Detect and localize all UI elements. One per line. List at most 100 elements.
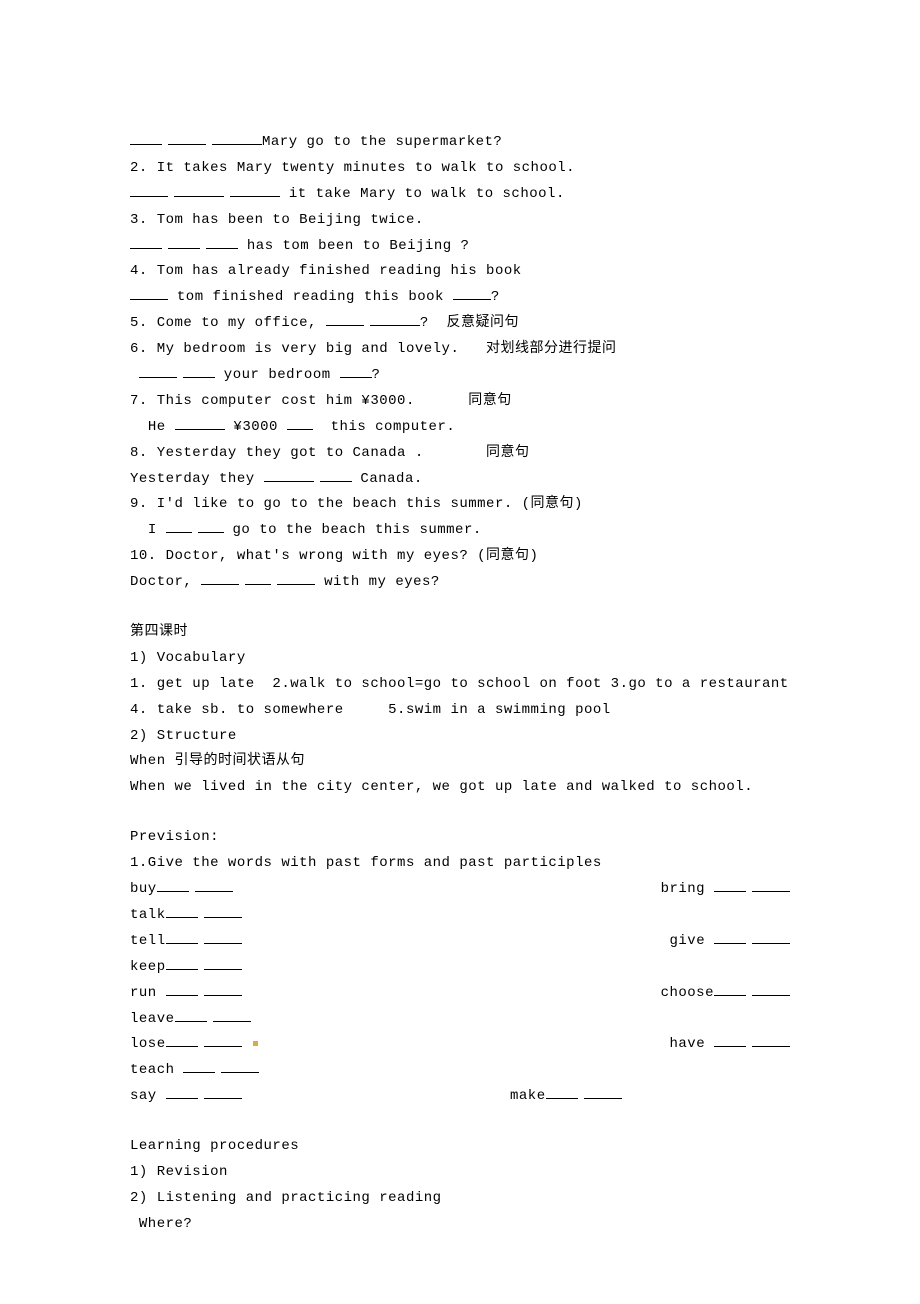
blank[interactable] <box>340 363 372 378</box>
text: ¥3000 <box>225 419 287 435</box>
text: Yesterday they <box>130 471 264 487</box>
blank[interactable] <box>195 877 233 892</box>
text: Mary go to the supermarket? <box>262 134 502 150</box>
word-leave: leave <box>130 1011 175 1027</box>
blank[interactable] <box>157 877 189 892</box>
blank[interactable] <box>752 981 790 996</box>
blank[interactable] <box>204 955 242 970</box>
exercise-4-line1: 4. Tom has already finished reading his … <box>130 259 790 285</box>
word-row-teach: teach <box>130 1058 790 1084</box>
blank[interactable] <box>130 130 162 145</box>
blank[interactable] <box>230 182 280 197</box>
struct1: When 引导的时间状语从句 <box>130 749 790 775</box>
procedures-title: Learning procedures <box>130 1134 790 1160</box>
text: ? <box>491 289 500 305</box>
word-row-say-make: say make <box>130 1084 790 1110</box>
struct-title: 2) Structure <box>130 724 790 750</box>
blank[interactable] <box>166 955 198 970</box>
blank[interactable] <box>714 929 746 944</box>
blank[interactable] <box>326 311 364 326</box>
exercise-1-line2: Mary go to the supermarket? <box>130 130 790 156</box>
vocab-line1: 1. get up late 2.walk to school=go to sc… <box>130 672 790 698</box>
word-give: give <box>669 933 714 949</box>
blank[interactable] <box>204 1032 242 1047</box>
procedures-item3: Where? <box>130 1212 790 1238</box>
exercise-5: 5. Come to my office, ? 反意疑问句 <box>130 311 790 337</box>
blank[interactable] <box>546 1084 578 1099</box>
blank[interactable] <box>166 903 198 918</box>
blank[interactable] <box>166 1084 198 1099</box>
blank[interactable] <box>201 570 239 585</box>
blank[interactable] <box>175 415 225 430</box>
blank[interactable] <box>212 130 262 145</box>
text: go to the beach this summer. <box>224 522 482 538</box>
word-bring: bring <box>661 881 714 897</box>
text: it take Mary to walk to school. <box>280 186 565 202</box>
blank[interactable] <box>183 1058 215 1073</box>
text: Doctor, <box>130 574 201 590</box>
text: I <box>130 522 166 538</box>
blank[interactable] <box>166 518 192 533</box>
blank[interactable] <box>130 234 162 249</box>
blank[interactable] <box>204 981 242 996</box>
blank[interactable] <box>752 877 790 892</box>
blank[interactable] <box>175 1007 207 1022</box>
text: tom finished reading this book <box>168 289 453 305</box>
blank[interactable] <box>174 182 224 197</box>
blank[interactable] <box>183 363 215 378</box>
blank[interactable] <box>714 877 746 892</box>
word-have: have <box>669 1036 714 1052</box>
word-row-talk: talk <box>130 903 790 929</box>
blank[interactable] <box>206 234 238 249</box>
blank[interactable] <box>277 570 315 585</box>
blank[interactable] <box>584 1084 622 1099</box>
word-row-buy-bring: buy bring <box>130 877 790 903</box>
blank[interactable] <box>320 467 352 482</box>
blank[interactable] <box>264 467 314 482</box>
text: has tom been to Beijing ? <box>238 238 469 254</box>
word-buy: buy <box>130 881 157 897</box>
text: ? <box>372 367 381 383</box>
exercise-10-line2: Doctor, with my eyes? <box>130 570 790 596</box>
word-row-lose-have: lose have <box>130 1032 790 1058</box>
blank[interactable] <box>213 1007 251 1022</box>
lesson4-title: 第四课时 <box>130 620 790 646</box>
exercise-6-line2: your bedroom ? <box>130 363 790 389</box>
blank[interactable] <box>714 981 746 996</box>
text: ? 反意疑问句 <box>420 315 519 331</box>
word-teach: teach <box>130 1062 183 1078</box>
blank[interactable] <box>204 1084 242 1099</box>
text: your bedroom <box>215 367 340 383</box>
blank[interactable] <box>245 570 271 585</box>
blank[interactable] <box>168 234 200 249</box>
exercise-3-line2: has tom been to Beijing ? <box>130 234 790 260</box>
blank[interactable] <box>752 1032 790 1047</box>
blank[interactable] <box>714 1032 746 1047</box>
struct2: When we lived in the city center, we got… <box>130 775 790 801</box>
text: He <box>130 419 175 435</box>
exercise-9-line1: 9. I'd like to go to the beach this summ… <box>130 492 790 518</box>
word-lose: lose <box>130 1036 166 1052</box>
blank[interactable] <box>130 285 168 300</box>
blank[interactable] <box>130 182 168 197</box>
blank[interactable] <box>139 363 177 378</box>
exercise-2-line2: it take Mary to walk to school. <box>130 182 790 208</box>
blank[interactable] <box>204 903 242 918</box>
word-row-leave: leave <box>130 1007 790 1033</box>
blank[interactable] <box>166 1032 198 1047</box>
vocab-line2: 4. take sb. to somewhere 5.swim in a swi… <box>130 698 790 724</box>
text: 5. Come to my office, <box>130 315 326 331</box>
blank[interactable] <box>168 130 206 145</box>
blank[interactable] <box>370 311 420 326</box>
word-row-keep: keep <box>130 955 790 981</box>
blank[interactable] <box>287 415 313 430</box>
blank[interactable] <box>166 929 198 944</box>
exercise-4-line2: tom finished reading this book ? <box>130 285 790 311</box>
blank[interactable] <box>166 981 198 996</box>
exercise-7-line2: He ¥3000 this computer. <box>130 415 790 441</box>
blank[interactable] <box>221 1058 259 1073</box>
blank[interactable] <box>204 929 242 944</box>
blank[interactable] <box>752 929 790 944</box>
blank[interactable] <box>198 518 224 533</box>
blank[interactable] <box>453 285 491 300</box>
